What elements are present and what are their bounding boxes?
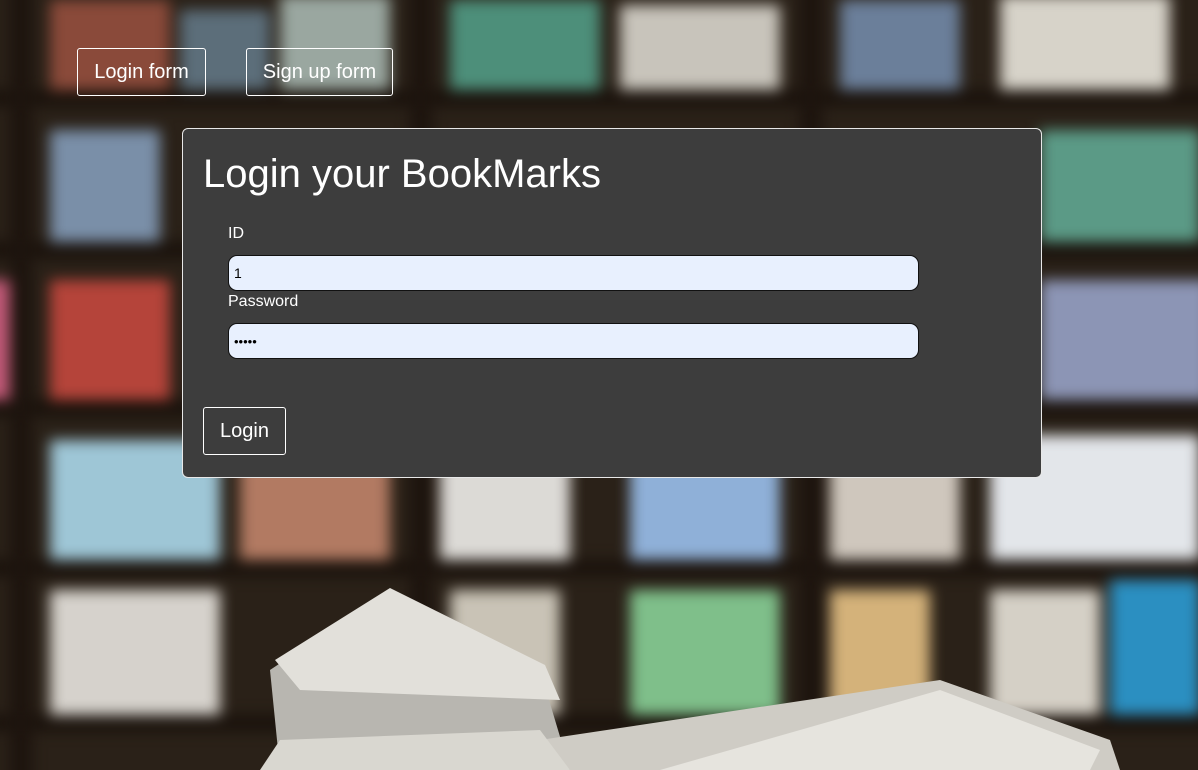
password-input[interactable] xyxy=(228,323,919,359)
book xyxy=(1040,130,1198,242)
signup-form-tab-button[interactable]: Sign up form xyxy=(246,48,393,96)
password-label: Password xyxy=(228,293,299,310)
book xyxy=(1000,0,1170,90)
book xyxy=(450,0,600,90)
open-book-image xyxy=(260,588,1120,770)
shelf-board xyxy=(0,560,1198,576)
book xyxy=(50,590,220,715)
book xyxy=(620,5,780,90)
login-submit-button[interactable]: Login xyxy=(203,407,286,455)
id-input[interactable] xyxy=(228,255,919,291)
book xyxy=(50,130,160,242)
login-panel: Login your BookMarks ID Password Login xyxy=(182,128,1042,478)
book xyxy=(0,280,10,400)
book xyxy=(840,0,960,90)
book xyxy=(1040,280,1198,400)
login-form-tab-button[interactable]: Login form xyxy=(77,48,206,96)
book xyxy=(50,280,170,400)
shelf-post xyxy=(10,0,32,770)
login-title: Login your BookMarks xyxy=(203,152,601,196)
id-label: ID xyxy=(228,225,244,242)
